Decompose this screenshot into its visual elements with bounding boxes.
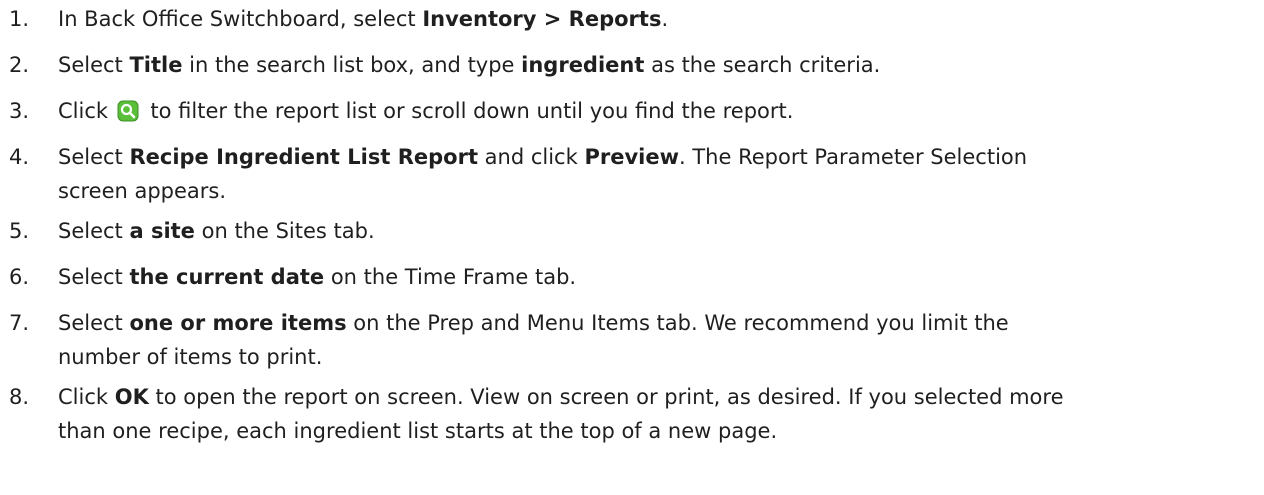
step-text-segment: in the search list box, and type (182, 53, 522, 77)
step-text: In Back Office Switchboard, select Inven… (58, 2, 1258, 36)
step-text: Select Recipe Ingredient List Report and… (58, 140, 1258, 208)
step-number: 1. (9, 7, 30, 31)
step-text: Select Title in the search list box, and… (58, 48, 1258, 82)
step-text-segment: on the Time Frame tab. (324, 265, 577, 289)
step-text: Select the current date on the Time Fram… (58, 260, 1258, 294)
step-text-segment: Select (58, 265, 130, 289)
step-number: 7. (9, 311, 30, 335)
step-text: Select a site on the Sites tab. (58, 214, 1258, 248)
step-text-segment: . The Report Parameter Selection (678, 145, 1028, 169)
step-text-segment: to open the report on screen. View on sc… (148, 385, 1064, 409)
step-emphasis: Preview (584, 145, 679, 169)
step-text-segment: and click (477, 145, 585, 169)
step-emphasis: ingredient (521, 53, 645, 77)
step-emphasis: Inventory > Reports (422, 7, 662, 31)
step-number: 2. (9, 53, 30, 77)
step-number: 5. (9, 219, 30, 243)
step-text-segment: Click (58, 99, 115, 123)
step-text: Click to filter the report list or scrol… (58, 94, 1258, 128)
step-emphasis: Title (129, 53, 183, 77)
step-text-segment: In Back Office Switchboard, select (58, 7, 423, 31)
step-number: 4. (9, 145, 30, 169)
step-text-segment: number of items to print. (58, 345, 323, 369)
step-text-segment: as the search criteria. (644, 53, 881, 77)
step-text-segment: than one recipe, each ingredient list st… (58, 419, 778, 443)
step-text-segment: on the Prep and Menu Items tab. We recom… (346, 311, 1009, 335)
step-text-segment: to filter the report list or scroll down… (143, 99, 794, 123)
step-text-segment: screen appears. (58, 179, 227, 203)
step-text-segment: . (661, 7, 669, 31)
step-number: 6. (9, 265, 30, 289)
step-emphasis: a site (129, 219, 195, 243)
step-text: Select one or more items on the Prep and… (58, 306, 1258, 374)
step-number: 8. (9, 385, 30, 409)
step-text-segment: on the Sites tab. (194, 219, 375, 243)
step-emphasis: OK (114, 385, 149, 409)
search-icon (117, 100, 139, 122)
step-text-segment: Select (58, 311, 130, 335)
step-text: Click OK to open the report on screen. V… (58, 380, 1258, 448)
step-number: 3. (9, 99, 30, 123)
step-text-segment: Click (58, 385, 115, 409)
step-text-segment: Select (58, 53, 130, 77)
step-text-segment: Select (58, 219, 130, 243)
step-emphasis: Recipe Ingredient List Report (129, 145, 478, 169)
step-emphasis: one or more items (129, 311, 347, 335)
step-text-segment: Select (58, 145, 130, 169)
step-emphasis: the current date (129, 265, 325, 289)
